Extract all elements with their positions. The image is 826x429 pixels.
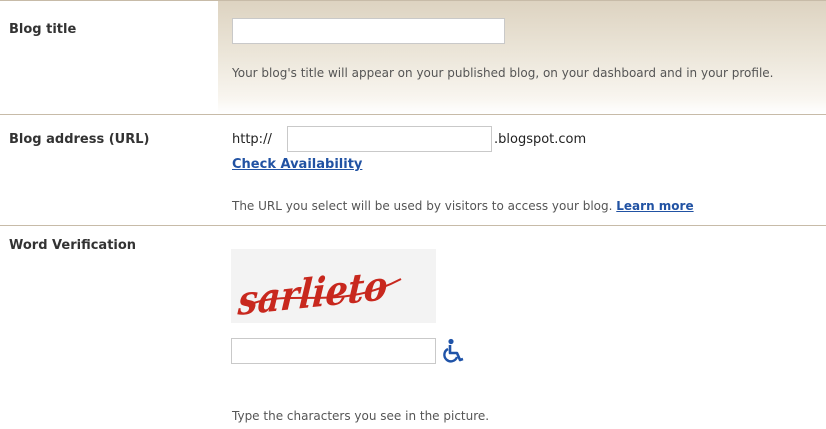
url-suffix: .blogspot.com: [494, 132, 587, 147]
blog-title-help-text: Your blog's title will appear on your pu…: [232, 66, 774, 80]
captcha-input[interactable]: [231, 338, 436, 364]
word-verification-help: Type the characters you see in the pictu…: [232, 409, 490, 423]
word-verification-row: Word Verification sarlieto Type the char…: [0, 226, 826, 426]
blog-address-help: The URL you select will be used by visit…: [232, 193, 694, 219]
blog-title-label: Blog title: [9, 22, 77, 37]
url-prefix: http://: [232, 132, 272, 147]
check-availability-link[interactable]: Check Availability: [232, 157, 362, 172]
blog-address-row: Blog address (URL) http:// .blogspot.com…: [0, 114, 826, 226]
blog-title-row: Blog title Your blog's title will appear…: [0, 0, 826, 115]
blog-address-help-text: The URL you select will be used by visit…: [232, 199, 613, 213]
captcha-svg: sarlieto: [236, 261, 402, 325]
learn-more-link[interactable]: Learn more: [616, 199, 693, 213]
captcha-image: sarlieto: [231, 249, 436, 325]
word-verification-label: Word Verification: [9, 238, 137, 253]
blog-address-input[interactable]: [287, 126, 492, 152]
wheelchair-icon[interactable]: [442, 338, 466, 364]
blog-address-label: Blog address (URL): [9, 132, 150, 147]
blog-title-input[interactable]: [232, 18, 505, 44]
